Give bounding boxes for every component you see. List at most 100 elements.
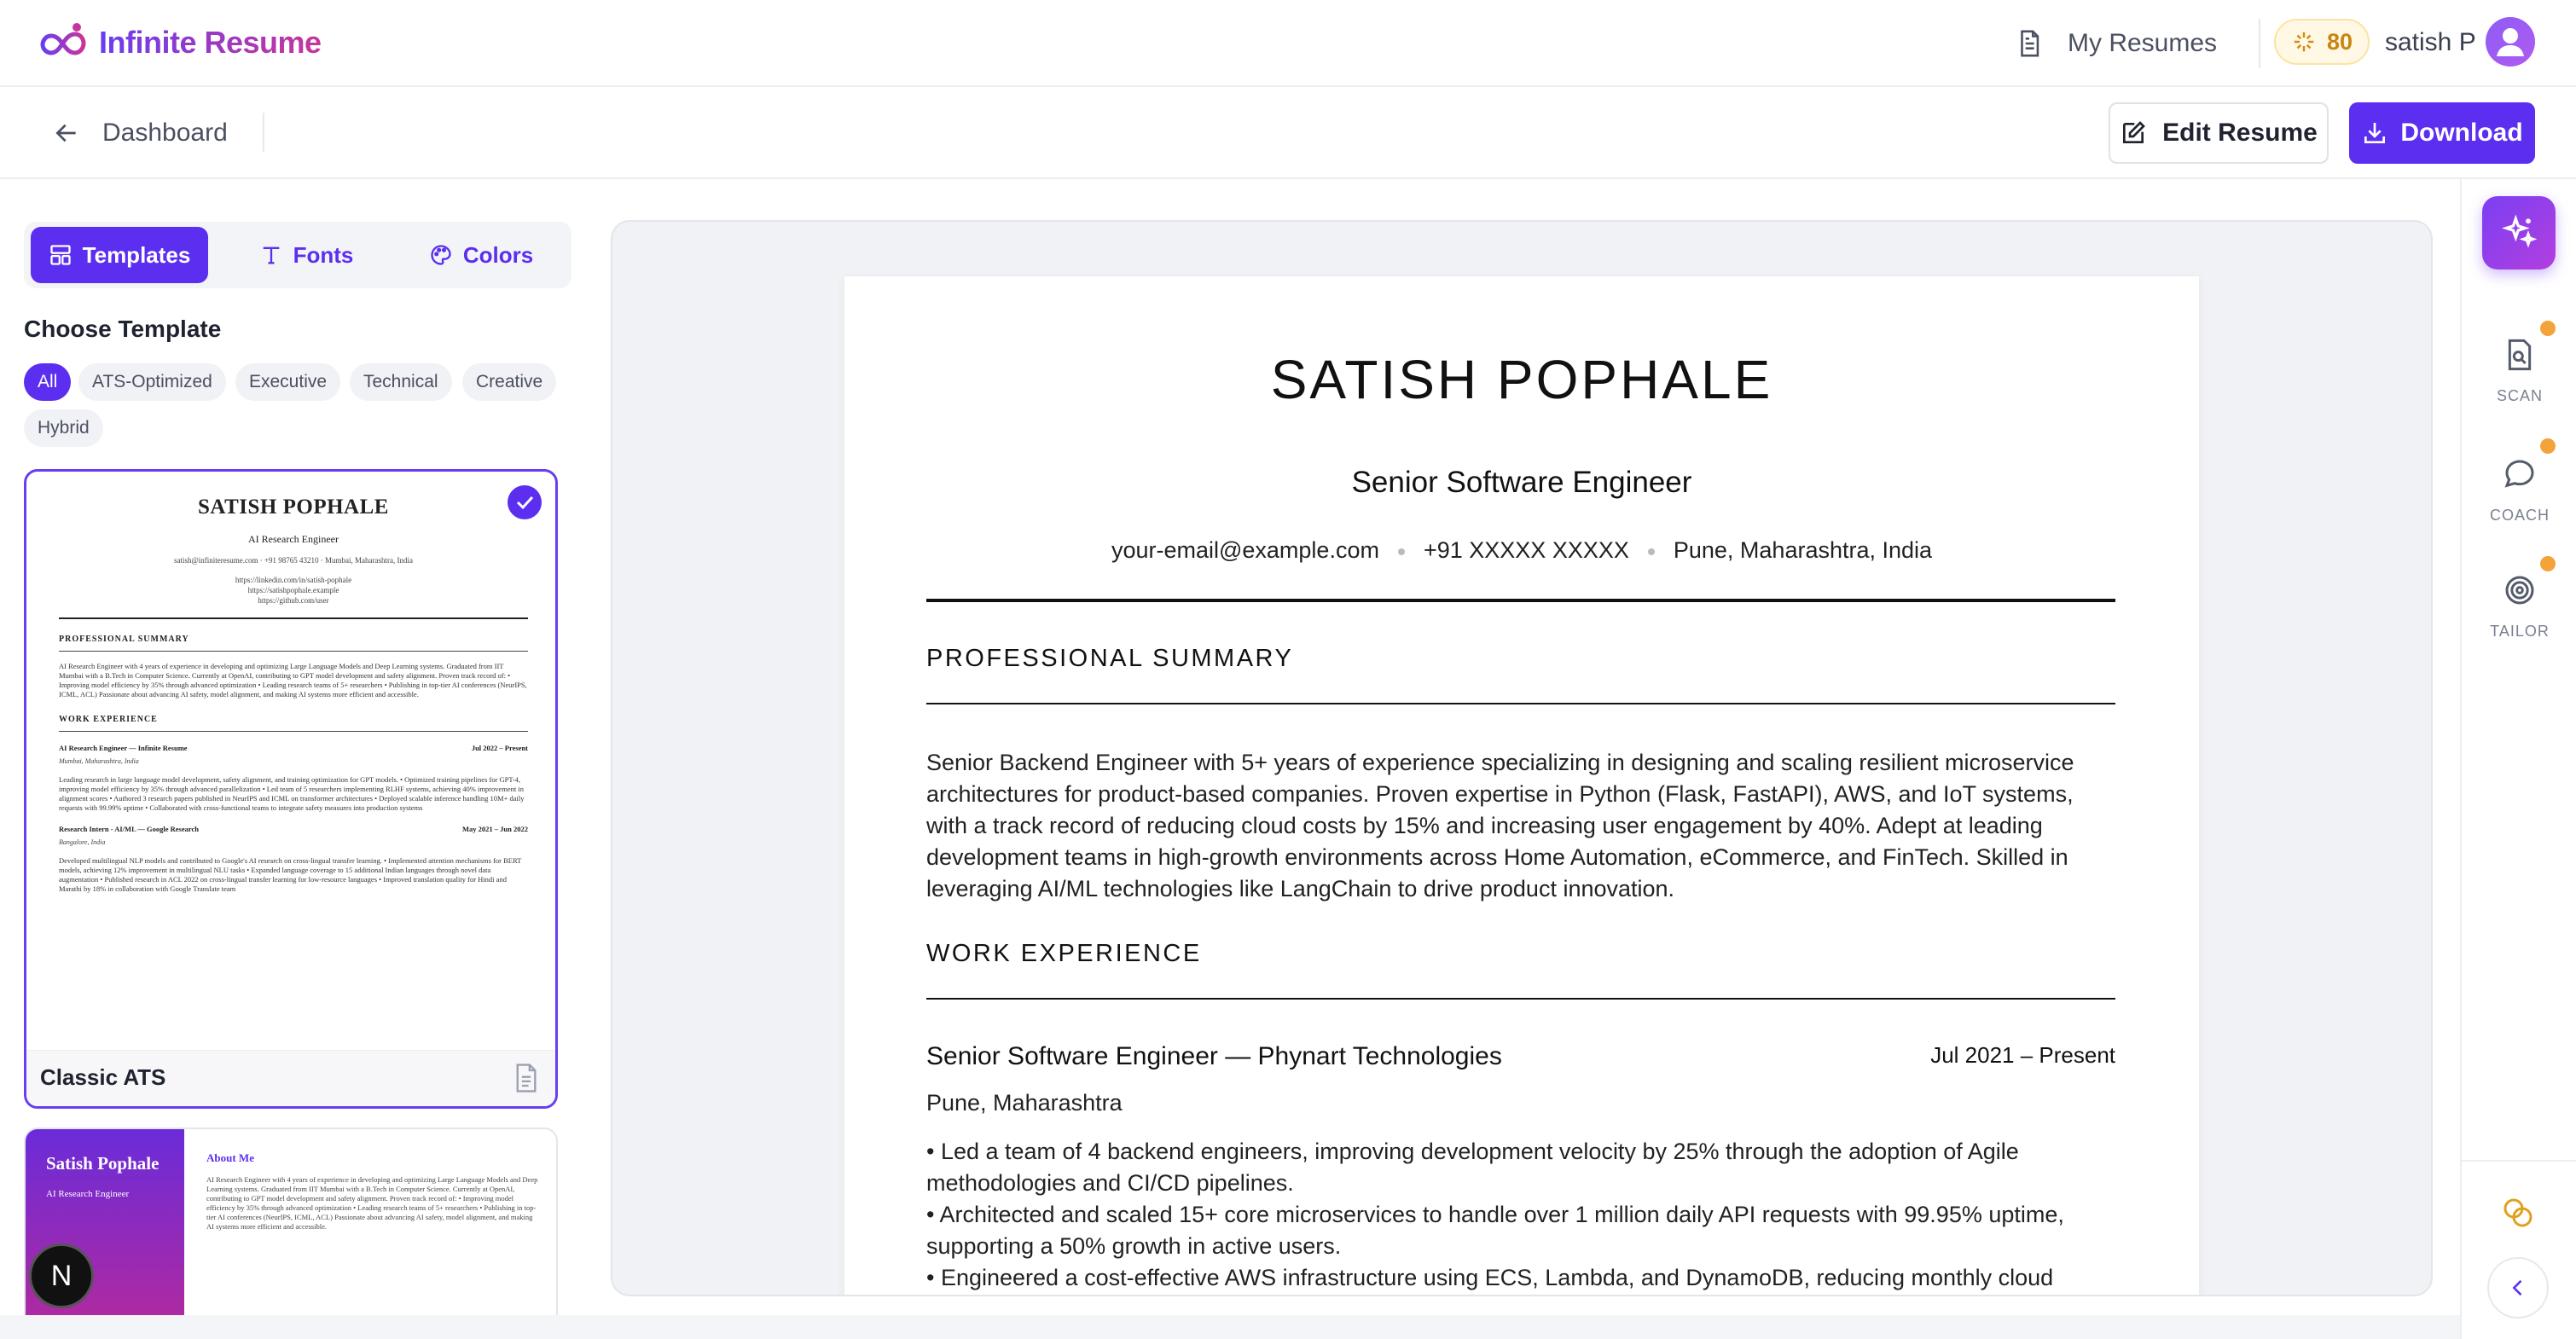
- edit-icon: [2123, 121, 2146, 143]
- job-bullets: • Led a team of 4 backend engineers, imp…: [926, 1136, 2121, 1294]
- summary-text: Senior Backend Engineer with 5+ years of…: [926, 750, 2074, 901]
- edit-resume-label: Edit Resume: [2162, 119, 2318, 147]
- thumb-rule: [59, 617, 528, 619]
- resume-location: Pune, Maharashtra, India: [1673, 537, 1933, 563]
- file-text-icon: [516, 1064, 537, 1093]
- username[interactable]: satish P: [2385, 24, 2476, 61]
- job-title: Senior Software Engineer — Phynart Techn…: [926, 1042, 1502, 1070]
- tab-fonts-label: Fonts: [293, 241, 354, 268]
- template-name: Classic ATS: [40, 1064, 166, 1090]
- back-label: Dashboard: [102, 119, 228, 147]
- tab-colors[interactable]: Colors: [396, 227, 566, 283]
- filter-technical[interactable]: Technical: [350, 363, 452, 401]
- subnav-divider: [263, 113, 264, 152]
- filter-all[interactable]: All: [24, 363, 72, 401]
- arrow-left-icon: [55, 124, 76, 142]
- rail-coach[interactable]: COACH: [2477, 457, 2562, 525]
- thumb-job-text: Leading research in large language model…: [59, 775, 525, 812]
- thumb-job-date: May 2021 – Jun 2022: [462, 825, 528, 833]
- sparkles-icon: [2501, 214, 2538, 248]
- thumb-rule: [59, 651, 528, 652]
- scan-document-icon: [2508, 339, 2532, 371]
- my-resumes-link[interactable]: My Resumes: [2015, 20, 2217, 67]
- tab-colors-label: Colors: [462, 241, 534, 268]
- tab-templates-label: Templates: [82, 241, 191, 268]
- thumb2-role: AI Research Engineer: [46, 1189, 130, 1199]
- rail-separator: [2462, 1160, 2576, 1162]
- tab-fonts[interactable]: Fonts: [225, 227, 387, 283]
- experience-heading: WORK EXPERIENCE: [926, 940, 1202, 967]
- thumb2-name: Satish Pophale: [46, 1153, 160, 1174]
- customize-tabs: Templates Fonts Colors: [24, 222, 571, 288]
- job-bullet: • Architected and scaled 15+ core micros…: [926, 1202, 2064, 1259]
- resume-preview-area: SATISH POPHALE Senior Software Engineer …: [611, 220, 2433, 1296]
- resume-phone: +91 XXXXX XXXXX: [1423, 537, 1629, 563]
- thumb-contact: satish@infiniteresume.com · +91 98765 43…: [173, 556, 414, 565]
- edit-resume-button[interactable]: Edit Resume: [2109, 102, 2329, 164]
- resume-page: SATISH POPHALE Senior Software Engineer …: [844, 276, 2199, 1295]
- rail-scan-label: SCAN: [2496, 387, 2543, 404]
- credits-badge[interactable]: 80: [2274, 19, 2370, 65]
- section-rule: [926, 703, 2115, 704]
- tailor-notification-dot: [2540, 556, 2556, 571]
- thumb-link: https://satishpophale.example: [247, 586, 339, 594]
- document-icon: [2021, 30, 2039, 57]
- thumb-name: SATISH POPHALE: [198, 496, 389, 519]
- resume-header-rule: [926, 599, 2115, 602]
- separator-dot: [1647, 548, 1655, 555]
- job-location: Pune, Maharashtra: [926, 1090, 1123, 1116]
- infinity-logo-icon: [40, 23, 86, 55]
- coins-icon[interactable]: [2501, 1196, 2535, 1230]
- rail-scan[interactable]: SCAN: [2477, 338, 2562, 405]
- thumb-experience-heading: WORK EXPERIENCE: [59, 715, 158, 724]
- resume-title: Senior Software Engineer: [1351, 466, 1692, 499]
- thumb-job-location: Mumbai, Maharashtra, India: [59, 757, 139, 765]
- chevron-left-icon: [2512, 1279, 2522, 1296]
- thumb-rule: [59, 731, 528, 732]
- download-button[interactable]: Download: [2349, 102, 2535, 164]
- template-card-classic-ats[interactable]: SATISH POPHALE AI Research Engineer sati…: [24, 469, 558, 1109]
- thumb-job-title: AI Research Engineer — Infinite Resume: [59, 744, 188, 752]
- job-bullet: • Engineered a cost-effective AWS infras…: [926, 1265, 2054, 1290]
- palette-icon: [431, 245, 451, 265]
- filter-ats-optimized[interactable]: ATS-Optimized: [78, 363, 226, 401]
- right-rail-divider: [2460, 179, 2462, 1339]
- filter-executive[interactable]: Executive: [235, 363, 341, 401]
- thumb-job-title: Research Intern - AI/ML — Google Researc…: [59, 825, 199, 833]
- thumb-role: AI Research Engineer: [248, 533, 339, 545]
- thumb-summary-heading: PROFESSIONAL SUMMARY: [59, 635, 189, 644]
- template-card-footer: Classic ATS: [26, 1050, 555, 1106]
- collapse-panel-button[interactable]: [2487, 1257, 2549, 1319]
- thumb-link: https://linkedin.com/in/satish-pophale: [235, 576, 352, 584]
- thumb-link: https://github.com/user: [258, 596, 329, 605]
- job-bullet: • Led a team of 4 backend engineers, imp…: [926, 1139, 2019, 1196]
- thumb-job-date: Jul 2022 – Present: [471, 744, 528, 752]
- back-to-dashboard[interactable]: Dashboard: [53, 113, 228, 154]
- template-thumbnail: SATISH POPHALE AI Research Engineer sati…: [59, 496, 528, 894]
- target-icon: [2505, 576, 2534, 605]
- ai-assistant-button[interactable]: [2482, 196, 2556, 270]
- n-badge[interactable]: N: [29, 1243, 94, 1308]
- brand-name: Infinite Resume: [99, 25, 322, 60]
- download-icon: [2364, 123, 2386, 143]
- selected-check-icon: [508, 485, 542, 519]
- tab-templates[interactable]: Templates: [31, 227, 208, 283]
- brand[interactable]: Infinite Resume: [39, 19, 322, 67]
- my-resumes-label: My Resumes: [2068, 29, 2218, 57]
- template-card-modern[interactable]: Satish Pophale AI Research Engineer Abou…: [24, 1127, 558, 1339]
- avatar[interactable]: [2486, 17, 2535, 67]
- bottom-scroll-strip: [0, 1315, 2460, 1339]
- chat-bubble-icon: [2504, 460, 2534, 488]
- rail-tailor[interactable]: TAILOR: [2477, 573, 2562, 641]
- nav-divider: [2259, 19, 2260, 68]
- layout-icon: [49, 245, 71, 265]
- rail-tailor-label: TAILOR: [2490, 623, 2550, 640]
- filter-hybrid[interactable]: Hybrid: [24, 409, 103, 447]
- job-date: Jul 2021 – Present: [1930, 1042, 2115, 1068]
- rail-coach-label: COACH: [2489, 507, 2550, 524]
- filter-creative[interactable]: Creative: [462, 363, 557, 401]
- resume-email: your-email@example.com: [1111, 537, 1379, 563]
- resume-name: SATISH POPHALE: [1270, 349, 1773, 410]
- credits-count: 80: [2327, 28, 2353, 55]
- thumb-job-row: AI Research Engineer — Infinite Resume J…: [59, 744, 528, 752]
